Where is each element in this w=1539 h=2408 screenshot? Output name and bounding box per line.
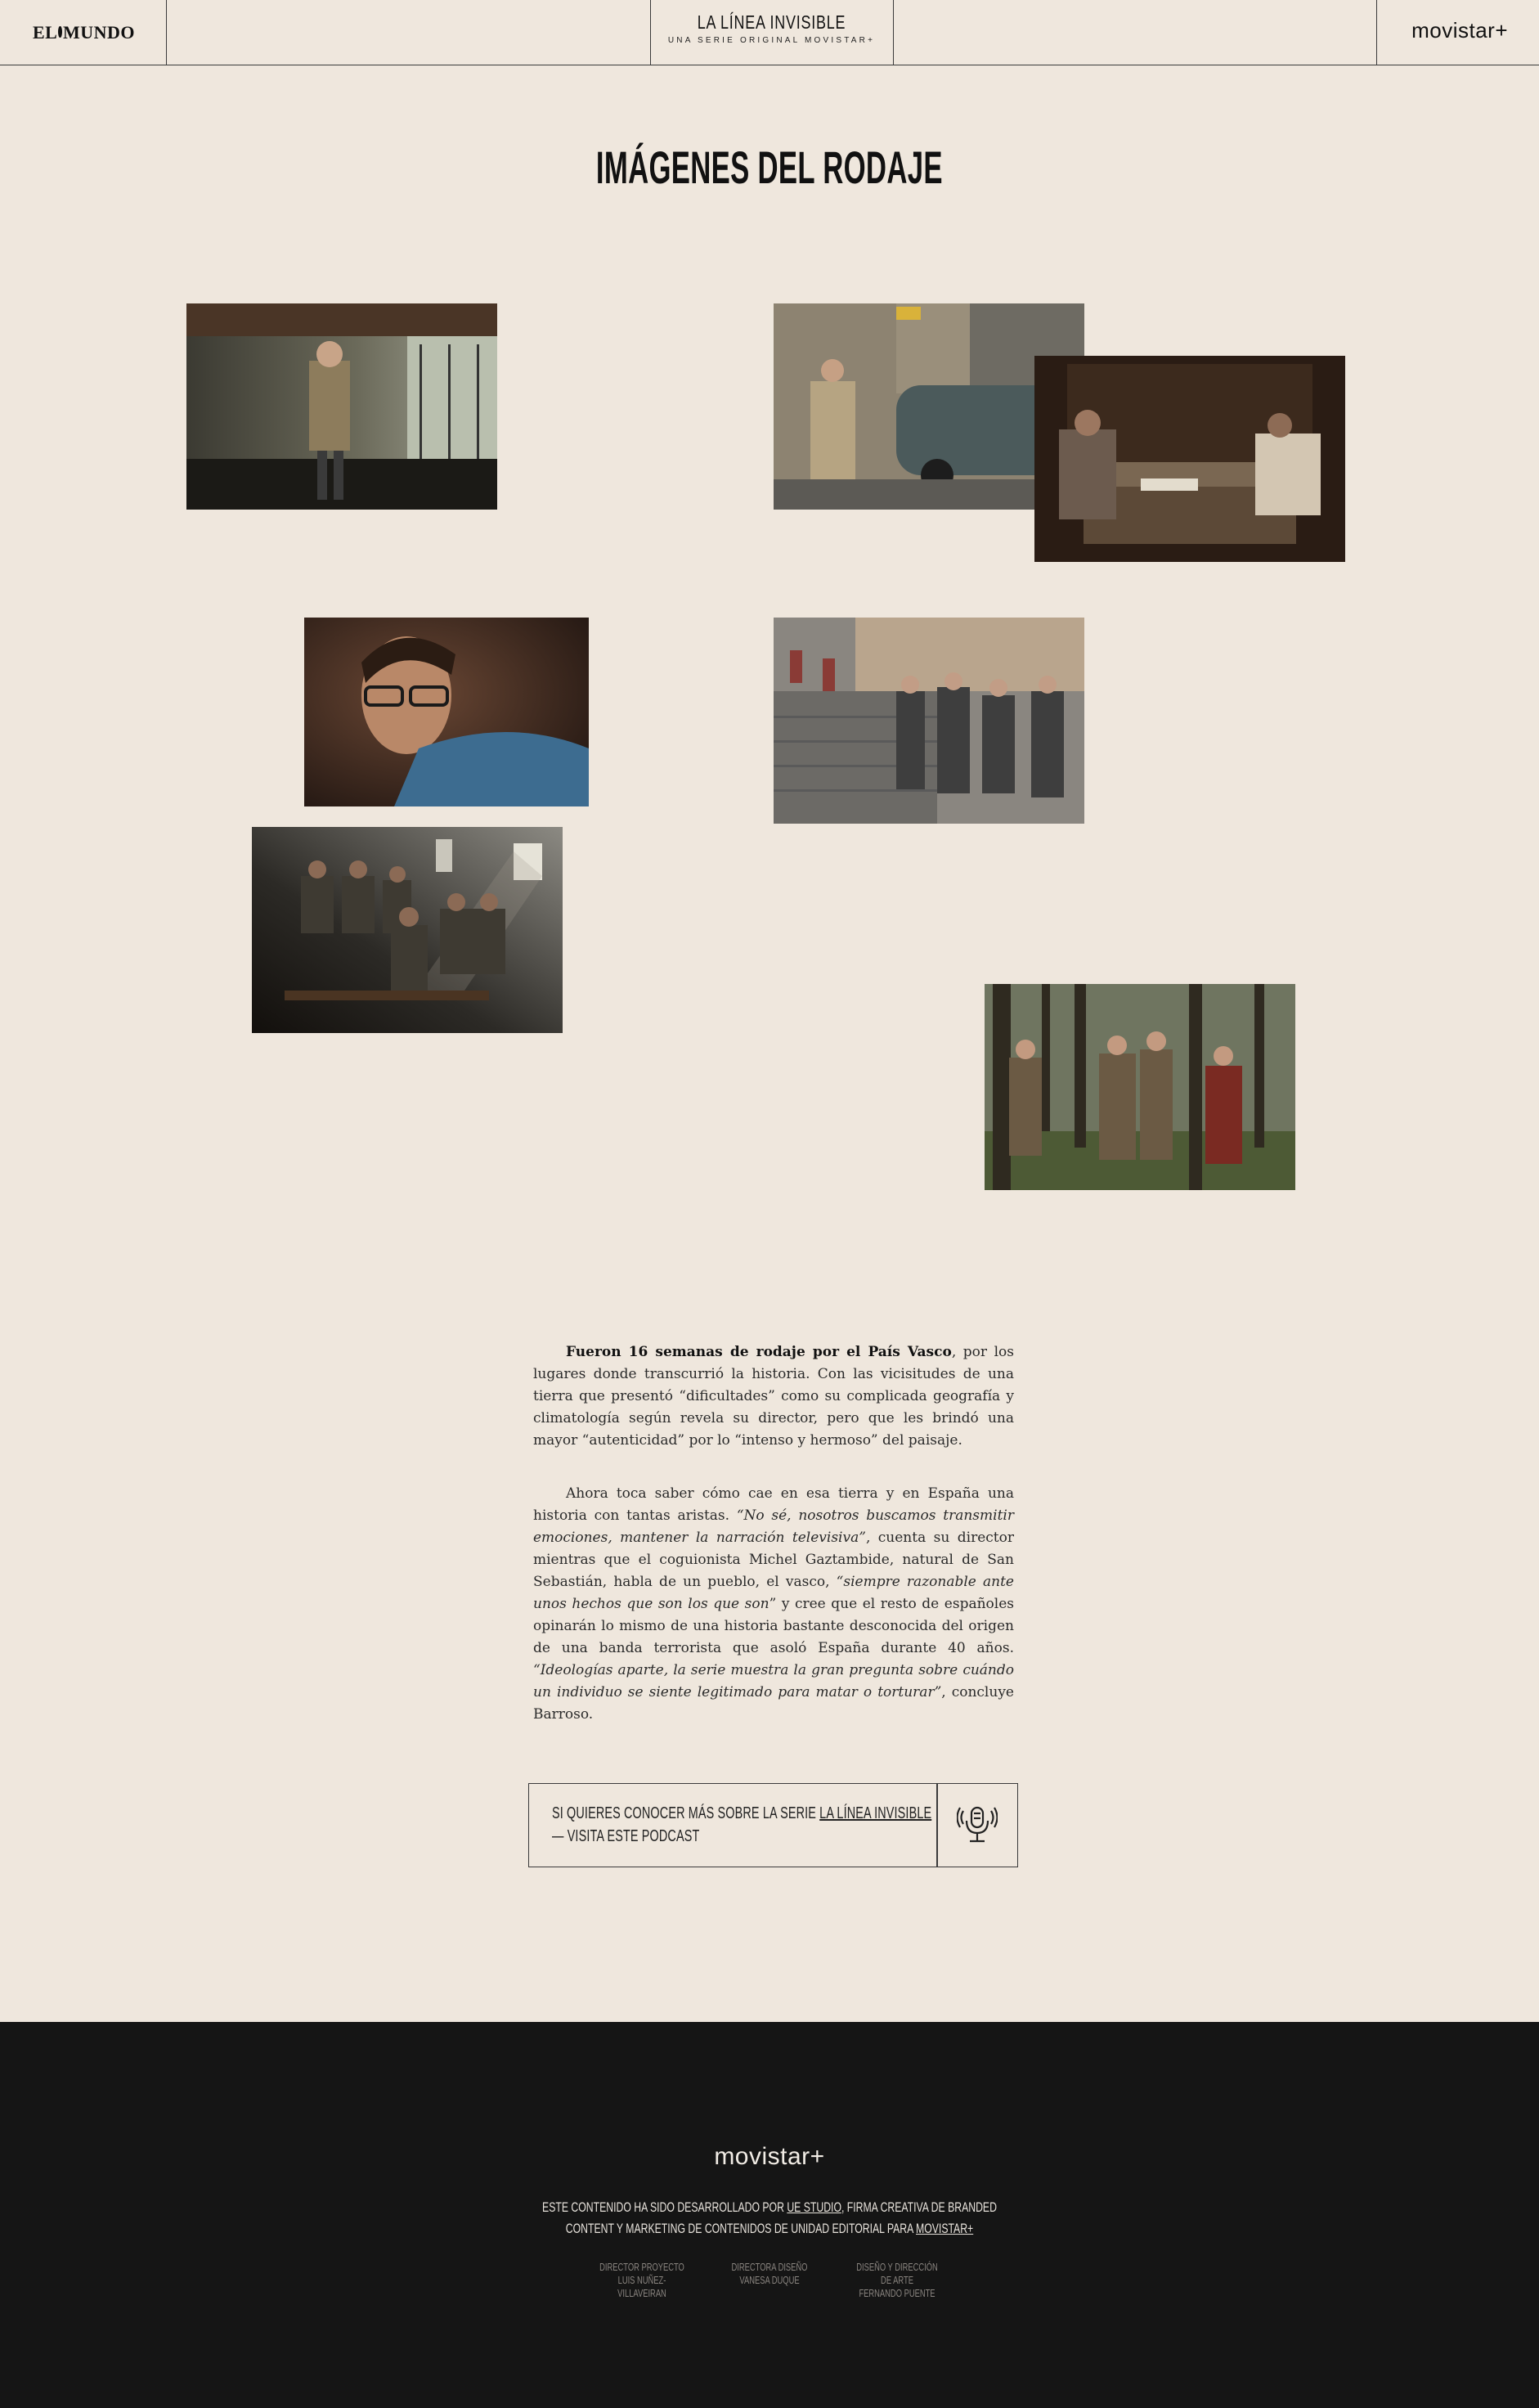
site-header: EL MUNDO LA LÍNEA INVISIBLE UNA SERIE OR…	[0, 0, 1539, 65]
photo-portrait-glasses[interactable]	[304, 618, 589, 806]
footer-movistar-logo[interactable]: movistar+	[0, 2143, 1539, 2171]
movistar-link[interactable]: MOVISTAR+	[916, 2221, 973, 2236]
credit-item: DISEÑO Y DIRECCIÓN DE ARTE FERNANDO PUENT…	[856, 2261, 938, 2299]
article-body: Fueron 16 semanas de rodaje por el País …	[533, 1341, 1014, 1726]
article-bold-lead: Fueron 16 semanas de rodaje por el País …	[566, 1344, 952, 1360]
photo-forest[interactable]	[985, 984, 1295, 1190]
el-mundo-logo[interactable]: EL MUNDO	[33, 20, 135, 46]
podcast-series-link[interactable]: LA LÍNEA INVISIBLE	[819, 1804, 931, 1822]
podcast-microphone-icon[interactable]	[936, 1784, 1017, 1866]
article-paragraph: Fueron 16 semanas de rodaje por el País …	[533, 1341, 1014, 1452]
photo-two-people-at-table	[1034, 356, 1345, 562]
header-divider	[1376, 0, 1377, 65]
podcast-text: SI QUIERES CONOCER MÁS SOBRE LA SERIE LA…	[552, 1802, 964, 1848]
page-title: IMÁGENES DEL RODAJE	[596, 142, 943, 193]
photo-man-with-glasses-portrait	[304, 618, 589, 806]
site-footer: movistar+ ESTE CONTENIDO HA SIDO DESARRO…	[0, 2022, 1539, 2408]
series-subtitle: UNA SERIE ORIGINAL MOVISTAR+	[667, 36, 876, 45]
footer-text: ESTE CONTENIDO HA SIDO DESARROLLADO POR	[542, 2199, 787, 2215]
credit-item: DIRECTORA DISEÑO VANESA DUQUE	[731, 2261, 808, 2286]
footer-credits-text: ESTE CONTENIDO HA SIDO DESARROLLADO POR …	[0, 2197, 1539, 2240]
movistar-logo[interactable]: movistar+	[1411, 18, 1508, 43]
photo-corridor[interactable]	[186, 303, 497, 510]
logo-text-el: EL	[33, 22, 58, 43]
header-divider	[893, 0, 894, 65]
photo-dark-room-seated-men	[252, 827, 563, 1033]
article-paragraph: Ahora toca saber cómo cae en esa tierra …	[533, 1483, 1014, 1726]
podcast-banner[interactable]: SI QUIERES CONOCER MÁS SOBRE LA SERIE LA…	[528, 1783, 1018, 1867]
logo-text-mundo: MUNDO	[62, 22, 135, 43]
series-logo[interactable]: LA LÍNEA INVISIBLE UNA SERIE ORIGINAL MO…	[650, 11, 893, 45]
photo-group-in-forest	[985, 984, 1295, 1190]
header-divider	[166, 0, 167, 65]
globe-icon	[58, 26, 62, 38]
credit-item: DIRECTOR PROYECTO LUIS NUÑEZ-VILLAVEIRAN	[599, 2261, 684, 2299]
footer-staff-credits: DIRECTOR PROYECTO LUIS NUÑEZ-VILLAVEIRAN …	[0, 2261, 1539, 2300]
photo-table-scene[interactable]	[1034, 356, 1345, 562]
photo-crowd-on-steps	[774, 618, 1084, 824]
photo-classroom[interactable]	[252, 827, 563, 1033]
photo-man-in-glass-corridor	[186, 303, 497, 510]
podcast-line-1: SI QUIERES CONOCER MÁS SOBRE LA SERIE	[552, 1804, 820, 1822]
photo-street-crowd[interactable]	[774, 618, 1084, 824]
podcast-line-2: — VISITA ESTE PODCAST	[552, 1827, 700, 1845]
series-title: LA LÍNEA INVISIBLE	[697, 11, 846, 33]
ue-studio-link[interactable]: UE STUDIO	[787, 2199, 841, 2215]
